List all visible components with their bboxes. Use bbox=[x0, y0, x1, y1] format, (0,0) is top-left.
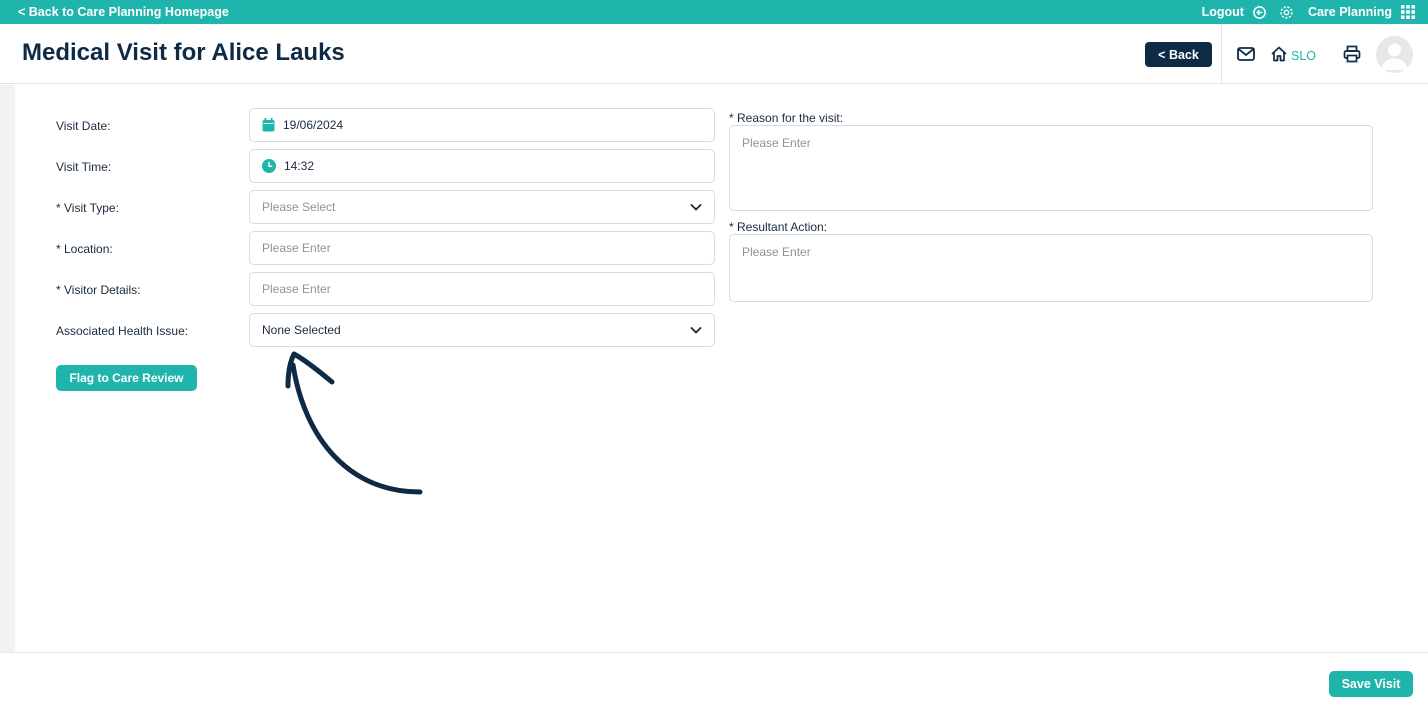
page-header: Medical Visit for Alice Lauks < Back SLO bbox=[0, 24, 1428, 84]
save-visit-button[interactable]: Save Visit bbox=[1329, 671, 1413, 697]
reason-label: * Reason for the visit: bbox=[729, 111, 844, 125]
reason-textarea[interactable]: Please Enter bbox=[729, 125, 1373, 211]
reason-placeholder: Please Enter bbox=[742, 136, 811, 150]
visitor-details-input[interactable]: Please Enter bbox=[249, 272, 715, 306]
visit-type-select[interactable]: Please Select bbox=[249, 190, 715, 224]
top-bar-actions: Logout Care Planning bbox=[1202, 0, 1416, 24]
visit-type-placeholder: Please Select bbox=[262, 200, 336, 214]
page-footer: Save Visit bbox=[0, 652, 1428, 713]
visit-date-label: Visit Date: bbox=[56, 119, 111, 133]
visit-date-field[interactable]: 19/06/2024 bbox=[249, 108, 715, 142]
health-issue-label: Associated Health Issue: bbox=[56, 324, 189, 338]
visitor-details-label: * Visitor Details: bbox=[56, 283, 141, 297]
resultant-action-placeholder: Please Enter bbox=[742, 245, 811, 259]
back-to-homepage-link[interactable]: < Back to Care Planning Homepage bbox=[18, 5, 229, 19]
visit-type-label: * Visit Type: bbox=[56, 201, 119, 215]
back-button[interactable]: < Back bbox=[1145, 42, 1212, 67]
location-label: * Location: bbox=[56, 242, 113, 256]
visit-time-label: Visit Time: bbox=[56, 160, 112, 174]
home-link[interactable]: SLO bbox=[1270, 45, 1316, 66]
visitor-details-placeholder: Please Enter bbox=[262, 282, 331, 296]
location-input[interactable]: Please Enter bbox=[249, 231, 715, 265]
page-title: Medical Visit for Alice Lauks bbox=[22, 39, 345, 66]
health-issue-value: None Selected bbox=[262, 323, 341, 337]
header-divider bbox=[1221, 24, 1222, 84]
visit-time-value: 14:32 bbox=[284, 159, 315, 173]
flag-to-care-review-button[interactable]: Flag to Care Review bbox=[56, 365, 197, 391]
resultant-action-label: * Resultant Action: bbox=[729, 220, 828, 234]
visit-date-value: 19/06/2024 bbox=[283, 118, 344, 132]
location-placeholder: Please Enter bbox=[262, 241, 331, 255]
mail-icon[interactable] bbox=[1236, 44, 1256, 69]
chevron-down-icon bbox=[690, 324, 702, 339]
app-name[interactable]: Care Planning bbox=[1308, 5, 1392, 19]
avatar[interactable] bbox=[1376, 36, 1413, 73]
calendar-icon bbox=[262, 118, 275, 132]
clock-icon bbox=[262, 159, 276, 173]
resultant-action-textarea[interactable]: Please Enter bbox=[729, 234, 1373, 302]
home-label: SLO bbox=[1291, 48, 1317, 63]
visit-time-field[interactable]: 14:32 bbox=[249, 149, 715, 183]
apps-grid-icon[interactable] bbox=[1400, 4, 1416, 20]
chevron-down-icon bbox=[690, 201, 702, 216]
logout-icon[interactable] bbox=[1252, 5, 1267, 20]
logout-link[interactable]: Logout bbox=[1202, 5, 1244, 19]
health-issue-select[interactable]: None Selected bbox=[249, 313, 715, 347]
top-bar: < Back to Care Planning Homepage Logout … bbox=[0, 0, 1428, 24]
home-icon bbox=[1270, 45, 1288, 66]
printer-icon[interactable] bbox=[1342, 44, 1362, 69]
settings-icon[interactable] bbox=[1279, 5, 1294, 20]
